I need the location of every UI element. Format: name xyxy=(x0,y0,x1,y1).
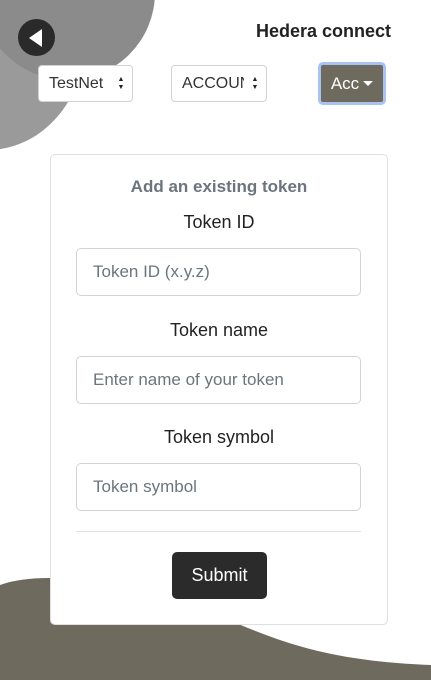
divider xyxy=(76,531,361,532)
token-name-label: Token name xyxy=(169,320,269,340)
network-select[interactable]: TestNet ▲ ▼ xyxy=(38,65,133,102)
select-arrows-icon: ▲ ▼ xyxy=(251,75,259,91)
account-menu-button[interactable]: Acc xyxy=(318,62,386,105)
back-arrow-icon xyxy=(28,28,42,47)
page: Hedera connect TestNet ▲▼ ACCOUNT ▲▼ Acc… xyxy=(0,0,431,680)
add-token-card: Add an existing token Token ID Token nam… xyxy=(50,154,388,625)
token-name-input[interactable] xyxy=(76,356,361,404)
token-id-input[interactable] xyxy=(76,248,361,296)
token-symbol-label: Token symbol xyxy=(163,427,275,447)
card-title: Add an existing token xyxy=(130,177,308,196)
account-select[interactable]: ACCOUNT ▲▼ xyxy=(171,65,267,102)
app-title: Hedera connect xyxy=(255,21,391,41)
submit-button[interactable]: Submit xyxy=(172,552,267,599)
account-menu-label: Acc xyxy=(330,73,360,93)
caret-down-icon xyxy=(363,81,374,86)
token-id-label: Token ID xyxy=(183,212,255,232)
account-select-value: ACCOUNT xyxy=(182,74,244,92)
select-arrows-icon: ▲ ▼ xyxy=(117,75,125,91)
network-select-value: TestNet xyxy=(49,74,104,92)
token-symbol-input[interactable] xyxy=(76,463,361,511)
back-button[interactable] xyxy=(18,19,55,56)
